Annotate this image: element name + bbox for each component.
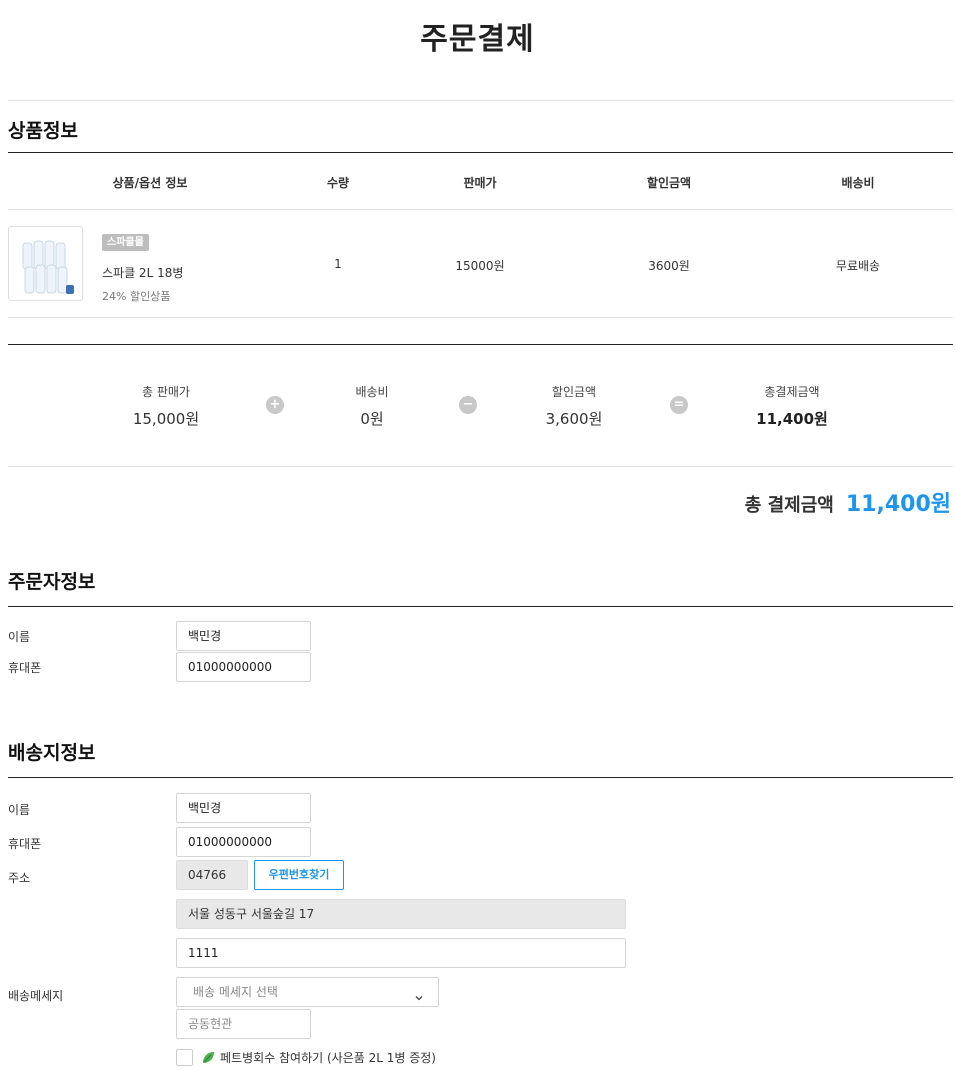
product-price: 15000원 (455, 259, 505, 273)
product-section-title: 상품정보 (8, 120, 78, 142)
divider (8, 777, 953, 778)
product-name[interactable]: 스파클 2L 18병 (102, 264, 183, 281)
leaf-icon (201, 1050, 216, 1065)
address-line2-input[interactable]: 1111 (176, 938, 626, 968)
divider (8, 317, 953, 318)
product-quantity: 1 (334, 257, 342, 271)
divider (8, 606, 953, 607)
delivery-message-select[interactable]: 배송 메세지 선택 (176, 977, 439, 1007)
orderer-name-input[interactable]: 백민경 (176, 621, 311, 651)
header-shipping: 배송비 (841, 176, 875, 190)
minus-icon: − (459, 396, 477, 414)
summary-value-total-price: 15,000원 (132, 410, 200, 428)
header-quantity: 수량 (326, 176, 350, 190)
summary-value-discount: 3,600원 (545, 410, 603, 428)
summary-label-discount: 할인금액 (551, 385, 597, 399)
grand-total: 총 결제금액 11,400원 (745, 486, 951, 518)
product-discount: 3600원 (648, 259, 690, 273)
header-price: 판매가 (463, 176, 497, 190)
page-title: 주문결제 (420, 22, 535, 57)
zipcode-search-button[interactable]: 우편번호찾기 (254, 860, 344, 890)
grand-total-label: 총 결제금액 (744, 495, 834, 516)
pet-recycle-checkbox[interactable] (176, 1049, 193, 1066)
orderer-section-title: 주문자정보 (8, 571, 96, 593)
header-product-option: 상품/옵션 정보 (112, 176, 188, 190)
summary-label-total: 총결제금액 (764, 385, 820, 399)
header-discount: 할인금액 (646, 176, 692, 190)
orderer-name-label: 이름 (8, 630, 31, 644)
summary-label-total-price: 총 판매가 (142, 385, 190, 399)
water-bottles-image (22, 240, 74, 294)
divider (8, 152, 953, 153)
divider (8, 466, 953, 467)
address-label: 주소 (8, 871, 31, 885)
delivery-message-label: 배송메세지 (8, 989, 64, 1003)
recipient-phone-label: 휴대폰 (8, 837, 42, 851)
grand-total-value: 11,400원 (845, 492, 951, 517)
product-shipping: 무료배송 (835, 259, 881, 273)
shipping-section-title: 배송지정보 (8, 742, 96, 764)
equals-icon: = (670, 396, 688, 414)
chevron-down-icon (414, 985, 424, 1006)
door-password-input[interactable]: 공동현관 (176, 1009, 311, 1039)
divider (8, 209, 953, 210)
address-line1-input[interactable]: 서울 성동구 서울숲길 17 (176, 899, 626, 929)
product-discount-note: 24% 할인상품 (102, 290, 171, 303)
recipient-phone-input[interactable]: 01000000000 (176, 827, 311, 857)
orderer-phone-input[interactable]: 01000000000 (176, 652, 311, 682)
product-thumbnail[interactable] (8, 226, 83, 301)
recipient-name-label: 이름 (8, 803, 31, 817)
recipient-name-input[interactable]: 백민경 (176, 793, 311, 823)
divider (8, 100, 953, 101)
plus-icon: + (266, 396, 284, 414)
pet-recycle-label[interactable]: 페트병회수 참여하기 (사은품 2L 1병 증정) (220, 1049, 436, 1066)
zipcode-input[interactable]: 04766 (176, 860, 248, 890)
divider (8, 344, 953, 345)
orderer-phone-label: 휴대폰 (8, 661, 42, 675)
summary-value-total: 11,400원 (756, 410, 828, 428)
delivery-message-select-value: 배송 메세지 선택 (193, 985, 278, 999)
summary-label-shipping: 배송비 (355, 385, 389, 399)
mall-badge: 스파클몰 (102, 234, 149, 251)
summary-value-shipping: 0원 (360, 410, 384, 428)
